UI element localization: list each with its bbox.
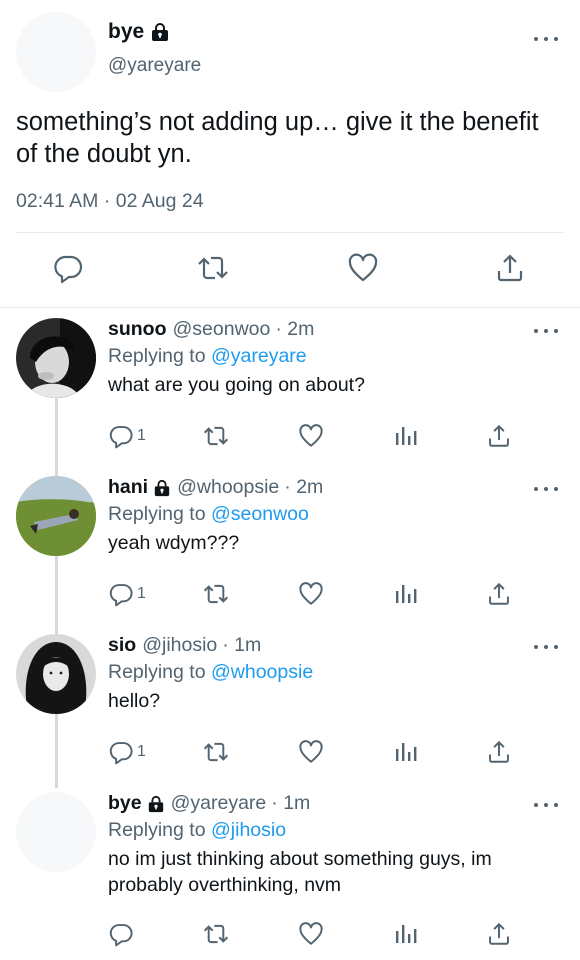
replying-to-link[interactable]: @whoopsie bbox=[211, 661, 313, 683]
reply-age: · 2m bbox=[275, 318, 315, 340]
like-icon[interactable] bbox=[298, 920, 324, 948]
reply-button[interactable]: 1 bbox=[108, 738, 146, 766]
reply-header: sio @jihosio · 1m bbox=[108, 634, 261, 657]
reply-text: what are you going on about? bbox=[108, 374, 365, 396]
lock-icon bbox=[150, 22, 170, 42]
replying-to: Replying to @seonwoo bbox=[108, 503, 309, 526]
retweet-icon[interactable] bbox=[196, 252, 228, 284]
reply-actions: 1 bbox=[108, 738, 528, 766]
reply-count: 1 bbox=[137, 427, 146, 444]
reply-author-name[interactable]: sio bbox=[108, 634, 136, 657]
avatar[interactable] bbox=[16, 792, 96, 872]
reply-age: · 1m bbox=[222, 634, 262, 656]
share-icon[interactable] bbox=[486, 920, 512, 948]
share-icon[interactable] bbox=[486, 738, 512, 766]
reply-icon[interactable] bbox=[52, 252, 84, 284]
more-options-icon[interactable] bbox=[534, 484, 558, 494]
replying-to-prefix: Replying to bbox=[108, 503, 206, 525]
reply-text: hello? bbox=[108, 690, 161, 712]
replying-to-prefix: Replying to bbox=[108, 345, 206, 367]
reply-author-handle[interactable]: @seonwoo bbox=[173, 318, 271, 341]
author-handle[interactable]: @yareyare bbox=[108, 55, 201, 77]
lock-icon bbox=[147, 795, 165, 813]
author-name[interactable]: bye bbox=[108, 20, 170, 44]
reply-button[interactable]: 1 bbox=[108, 422, 146, 450]
tweet-date: 02 Aug 24 bbox=[115, 190, 204, 212]
reply-actions bbox=[108, 920, 528, 948]
replying-to: Replying to @whoopsie bbox=[108, 661, 313, 684]
tweet-actions bbox=[0, 252, 580, 288]
avatar[interactable] bbox=[16, 634, 96, 714]
like-icon[interactable] bbox=[298, 738, 324, 766]
reply-author-name[interactable]: hani bbox=[108, 476, 148, 499]
reply-text: yeah wdym??? bbox=[108, 532, 240, 554]
reply-author-handle[interactable]: @jihosio bbox=[142, 634, 217, 657]
replying-to-link[interactable]: @seonwoo bbox=[211, 503, 309, 525]
more-options-icon[interactable] bbox=[534, 800, 558, 810]
tweet-time: 02:41 AM bbox=[16, 190, 99, 212]
more-options-icon[interactable] bbox=[534, 34, 558, 44]
meta-separator: · bbox=[103, 190, 111, 212]
avatar[interactable] bbox=[16, 476, 96, 556]
divider bbox=[16, 232, 564, 233]
retweet-icon[interactable] bbox=[202, 580, 230, 608]
replying-to-prefix: Replying to bbox=[108, 819, 206, 841]
reply-author-name[interactable]: bye bbox=[108, 792, 142, 815]
analytics-icon[interactable] bbox=[394, 738, 418, 766]
like-icon[interactable] bbox=[298, 422, 324, 450]
reply-count: 1 bbox=[137, 585, 146, 602]
analytics-icon[interactable] bbox=[394, 920, 418, 948]
reply-button[interactable]: 1 bbox=[108, 580, 146, 608]
retweet-icon[interactable] bbox=[202, 920, 230, 948]
analytics-icon[interactable] bbox=[394, 580, 418, 608]
replying-to-link[interactable]: @yareyare bbox=[211, 345, 307, 367]
reply-header: sunoo @seonwoo · 2m bbox=[108, 318, 314, 341]
reply-icon bbox=[109, 742, 133, 765]
replying-to: Replying to @yareyare bbox=[108, 345, 307, 368]
reply-actions: 1 bbox=[108, 580, 528, 608]
retweet-icon[interactable] bbox=[202, 738, 230, 766]
like-icon[interactable] bbox=[347, 252, 379, 284]
reply-age: · 2m bbox=[284, 476, 324, 498]
reply-author-handle[interactable]: @whoopsie bbox=[177, 476, 279, 499]
like-icon[interactable] bbox=[298, 580, 324, 608]
retweet-icon[interactable] bbox=[202, 422, 230, 450]
reply-text: no im just thinking about something guys… bbox=[108, 848, 492, 896]
avatar[interactable] bbox=[16, 318, 96, 398]
reply-author-name[interactable]: sunoo bbox=[108, 318, 167, 341]
reply-actions: 1 bbox=[108, 422, 528, 450]
reply-count: 1 bbox=[137, 743, 146, 760]
tweet-text: something’s not adding up… give it the b… bbox=[16, 108, 539, 168]
avatar[interactable] bbox=[16, 12, 96, 92]
main-tweet: bye @yareyare something’s not adding up…… bbox=[0, 0, 580, 308]
reply-header: hani @whoopsie · 2m bbox=[108, 476, 323, 499]
more-options-icon[interactable] bbox=[534, 326, 558, 336]
replying-to-link[interactable]: @jihosio bbox=[211, 819, 286, 841]
reply-icon bbox=[109, 584, 133, 607]
reply-author-handle[interactable]: @yareyare bbox=[171, 792, 267, 815]
reply-button[interactable] bbox=[108, 920, 137, 948]
reply-icon bbox=[109, 924, 133, 947]
reply-icon bbox=[109, 426, 133, 449]
reply-header: bye @yareyare · 1m bbox=[108, 792, 310, 815]
lock-icon bbox=[153, 479, 171, 497]
divider bbox=[0, 307, 580, 308]
share-icon[interactable] bbox=[486, 422, 512, 450]
reply-age: · 1m bbox=[271, 792, 311, 814]
share-icon[interactable] bbox=[486, 580, 512, 608]
replying-to: Replying to @jihosio bbox=[108, 819, 286, 842]
thread-line bbox=[55, 396, 58, 788]
share-icon[interactable] bbox=[494, 252, 526, 284]
more-options-icon[interactable] bbox=[534, 642, 558, 652]
author-name-text: bye bbox=[108, 20, 145, 43]
tweet-timestamp[interactable]: 02:41 AM · 02 Aug 24 bbox=[16, 190, 204, 213]
analytics-icon[interactable] bbox=[394, 422, 418, 450]
replying-to-prefix: Replying to bbox=[108, 661, 206, 683]
